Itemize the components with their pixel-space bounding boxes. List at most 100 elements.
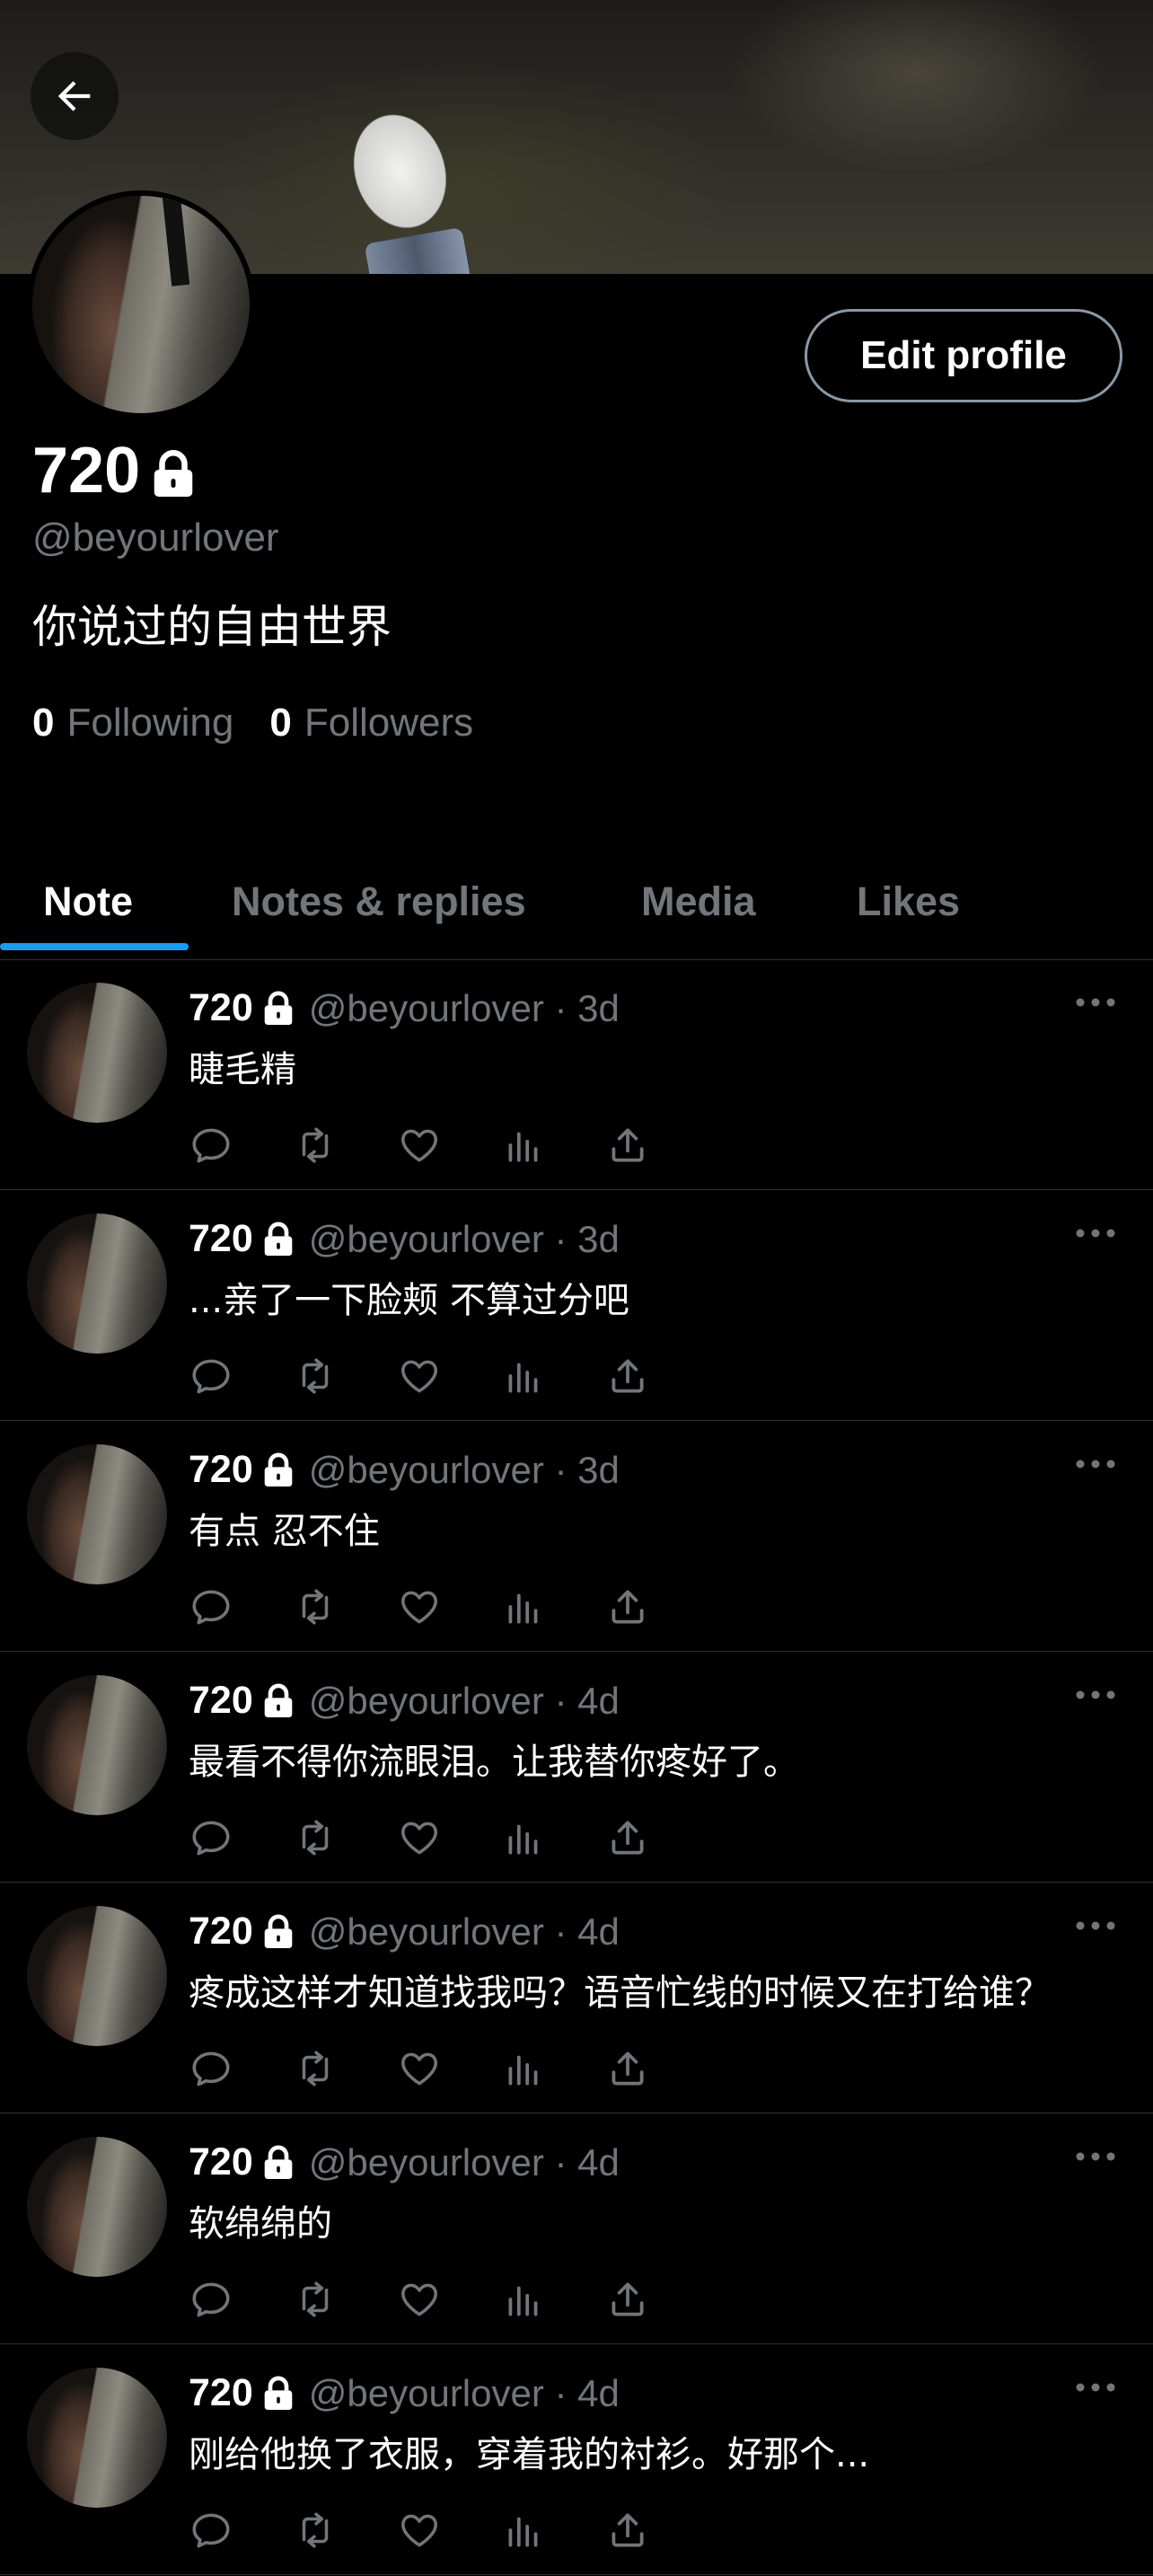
reply-button[interactable] (189, 1354, 233, 1398)
tab-notes-replies[interactable]: Notes & replies (232, 848, 526, 956)
post-avatar[interactable] (27, 983, 167, 1123)
post-text: ...亲了一下脸颊 不算过分吧 (189, 1280, 629, 1321)
heart-icon (401, 2052, 437, 2086)
lock-icon (264, 1452, 293, 1486)
views-button[interactable] (501, 2508, 546, 2553)
share-button[interactable] (605, 1584, 650, 1629)
tab-media[interactable]: Media (641, 848, 756, 956)
post-actions (189, 2277, 1015, 2322)
share-button[interactable] (605, 2508, 650, 2553)
post-author-name[interactable]: 720 (189, 2371, 253, 2415)
post-item[interactable]: 720 @beyourlover · 4d 刚给他换了衣服，穿着我的衬衫。好那个… (0, 2344, 1153, 2575)
post-author-name[interactable]: 720 (189, 1448, 253, 1492)
post-avatar[interactable] (27, 1675, 167, 1815)
post-header: 720 @beyourlover · 3d (189, 1217, 620, 1261)
more-horizontal-icon[interactable] (1074, 1686, 1117, 1704)
more-horizontal-icon[interactable] (1074, 1224, 1117, 1242)
post-item[interactable]: 720 @beyourlover · 3d 有点 忍不住 (0, 1421, 1153, 1652)
post-author-name[interactable]: 720 (189, 1679, 253, 1723)
more-horizontal-icon[interactable] (1074, 1455, 1117, 1473)
post-author-name[interactable]: 720 (189, 1910, 253, 1954)
followers-count[interactable]: 0 (269, 701, 291, 745)
views-button[interactable] (501, 2277, 546, 2322)
followers-label[interactable]: Followers (304, 701, 473, 745)
views-button[interactable] (501, 1354, 546, 1398)
more-horizontal-icon[interactable] (1074, 2378, 1117, 2396)
repost-button[interactable] (293, 1584, 338, 1629)
lock-icon (264, 1683, 293, 1717)
analytics-icon (508, 1824, 538, 1855)
analytics-icon (508, 1593, 538, 1624)
repost-button[interactable] (293, 1123, 338, 1168)
reply-icon (192, 1128, 230, 1163)
arrow-left-icon (57, 81, 91, 111)
profile-avatar[interactable] (27, 190, 255, 419)
views-button[interactable] (501, 2046, 546, 2091)
views-button[interactable] (501, 1584, 546, 1629)
post-text: 有点 忍不住 (189, 1511, 380, 1552)
post-avatar[interactable] (27, 1213, 167, 1354)
post-author-name[interactable]: 720 (189, 986, 253, 1030)
post-avatar[interactable] (27, 2368, 167, 2508)
profile-handle: @beyourlover (32, 516, 279, 560)
post-header: 720 @beyourlover · 3d (189, 1448, 620, 1492)
reply-button[interactable] (189, 2046, 233, 2091)
reply-button[interactable] (189, 2277, 233, 2322)
like-button[interactable] (397, 1123, 442, 1168)
repost-button[interactable] (293, 1354, 338, 1398)
back-button[interactable] (31, 52, 119, 140)
following-label[interactable]: Following (66, 701, 233, 745)
like-button[interactable] (397, 1584, 442, 1629)
reply-button[interactable] (189, 1584, 233, 1629)
tab-likes[interactable]: Likes (857, 848, 960, 956)
post-avatar[interactable] (27, 2137, 167, 2277)
share-button[interactable] (605, 1815, 650, 1860)
repost-icon (302, 2512, 329, 2548)
post-avatar[interactable] (27, 1906, 167, 2046)
repost-button[interactable] (293, 2508, 338, 2553)
share-button[interactable] (605, 1354, 650, 1398)
more-horizontal-icon[interactable] (1074, 1917, 1117, 1935)
reply-icon (192, 1359, 230, 1394)
heart-icon (401, 1591, 437, 1624)
share-icon (612, 1359, 644, 1393)
like-button[interactable] (397, 2046, 442, 2091)
views-button[interactable] (501, 1123, 546, 1168)
share-button[interactable] (605, 2277, 650, 2322)
reply-button[interactable] (189, 1815, 233, 1860)
post-meta: @beyourlover · 4d (308, 2371, 620, 2414)
like-button[interactable] (397, 1354, 442, 1398)
reply-button[interactable] (189, 1123, 233, 1168)
share-button[interactable] (605, 2046, 650, 2091)
analytics-icon (508, 1363, 538, 1393)
post-meta: @beyourlover · 4d (308, 1910, 620, 1953)
post-item[interactable]: 720 @beyourlover · 3d ...亲了一下脸颊 不算过分吧 (0, 1190, 1153, 1421)
like-button[interactable] (397, 2508, 442, 2553)
like-button[interactable] (397, 2277, 442, 2322)
post-item[interactable]: 720 @beyourlover · 4d 最看不得你流眼泪。让我替你疼好了。 (0, 1652, 1153, 1883)
post-author-name[interactable]: 720 (189, 1217, 253, 1261)
post-item[interactable]: 720 @beyourlover · 4d 疼成这样才知道找我吗？语音忙线的时候… (0, 1883, 1153, 2113)
post-item[interactable]: 720 @beyourlover · 4d 软绵绵的 (0, 2113, 1153, 2344)
post-text: 软绵绵的 (189, 2203, 332, 2245)
edit-profile-button[interactable]: Edit profile (805, 309, 1122, 402)
share-icon (612, 1128, 644, 1162)
repost-button[interactable] (293, 2277, 338, 2322)
share-button[interactable] (605, 1123, 650, 1168)
post-item[interactable]: 720 @beyourlover · 3d 睫毛精 (0, 959, 1153, 1190)
more-horizontal-icon[interactable] (1074, 2148, 1117, 2166)
reply-button[interactable] (189, 2508, 233, 2553)
post-avatar[interactable] (27, 1444, 167, 1584)
heart-icon (401, 1360, 437, 1393)
repost-button[interactable] (293, 2046, 338, 2091)
post-text: 疼成这样才知道找我吗？语音忙线的时候又在打给谁？ (189, 1972, 1051, 2014)
like-button[interactable] (397, 1815, 442, 1860)
post-meta: @beyourlover · 4d (308, 1679, 620, 1722)
views-button[interactable] (501, 1815, 546, 1860)
more-horizontal-icon[interactable] (1074, 993, 1117, 1011)
post-author-name[interactable]: 720 (189, 2140, 253, 2184)
repost-button[interactable] (293, 1815, 338, 1860)
tab-note[interactable]: Note (43, 848, 133, 956)
post-meta: @beyourlover · 3d (308, 1217, 620, 1260)
following-count[interactable]: 0 (32, 701, 54, 745)
